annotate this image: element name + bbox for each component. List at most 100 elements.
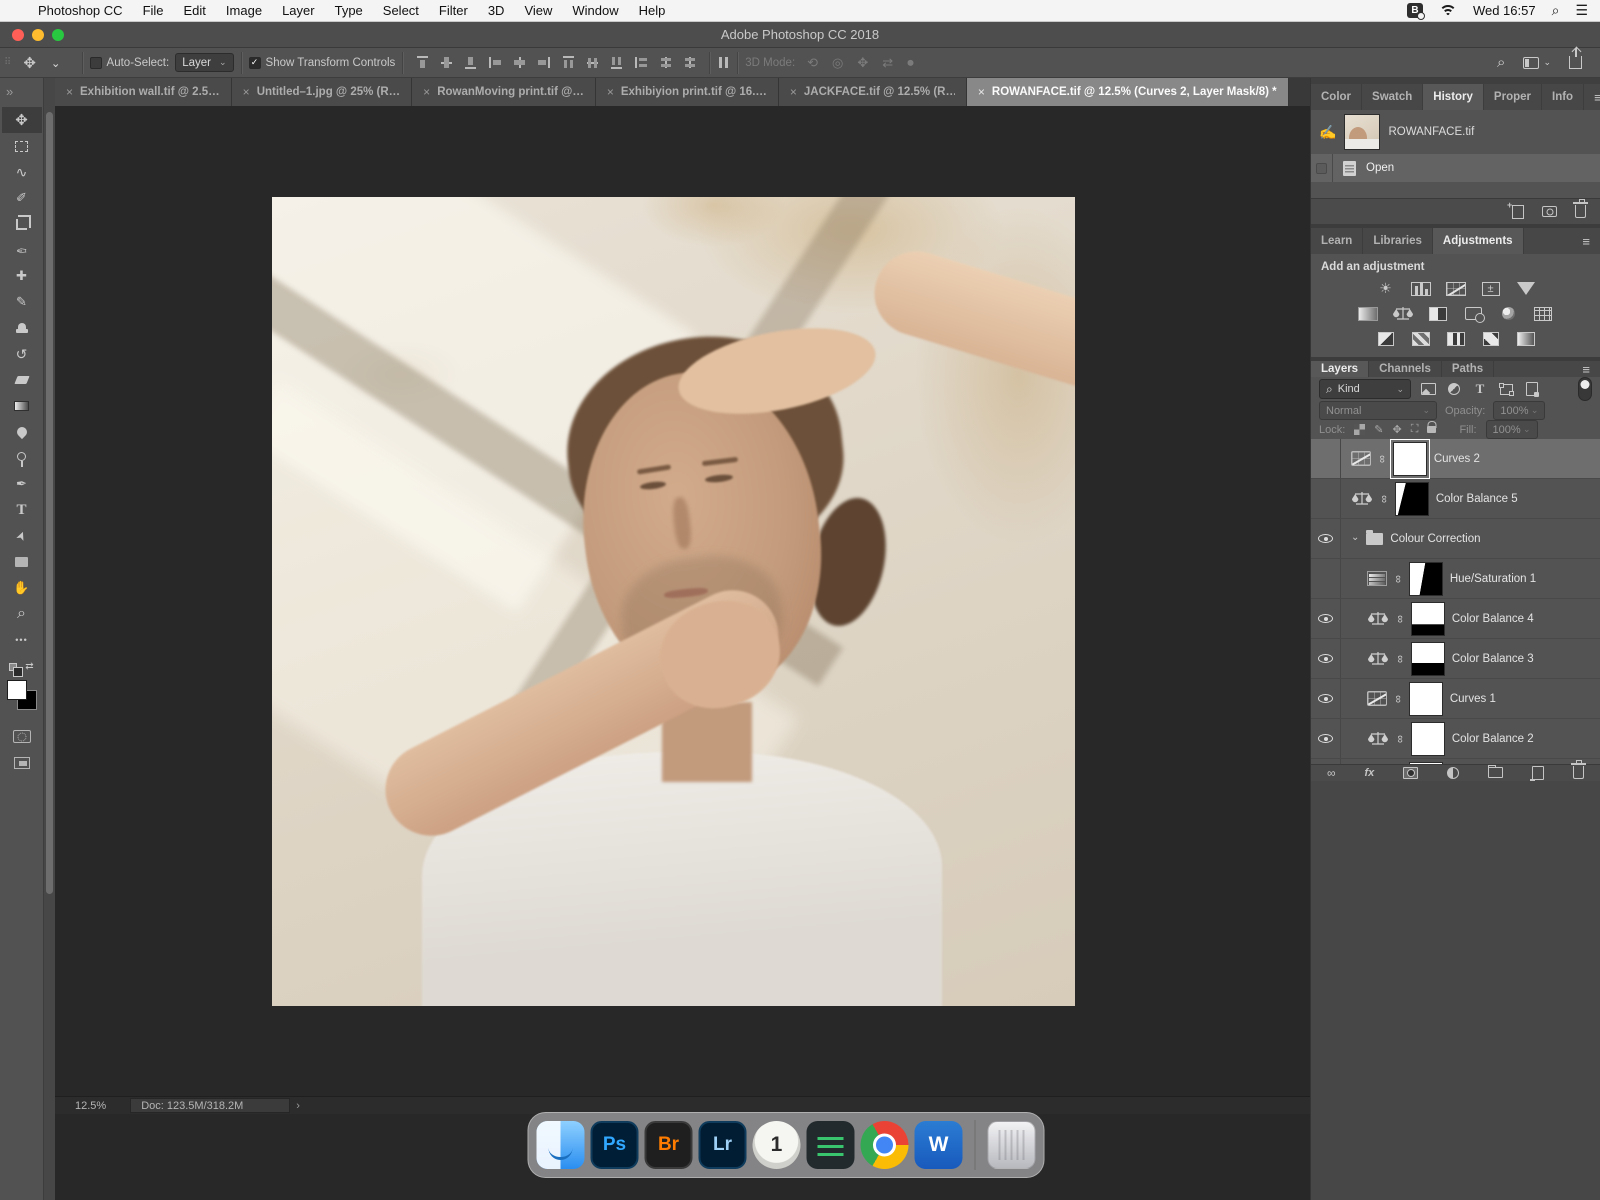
- panel-menu-icon[interactable]: ≡: [1572, 228, 1600, 254]
- delete-state-icon[interactable]: [1575, 205, 1586, 218]
- menu-view[interactable]: View: [514, 3, 562, 18]
- panel-menu-icon[interactable]: ≡: [1572, 361, 1600, 377]
- filter-adjustment-layers-icon[interactable]: [1445, 383, 1463, 395]
- history-brush-target-checkbox[interactable]: [1311, 154, 1333, 182]
- tool-move[interactable]: [2, 107, 42, 133]
- distribute-spacing-button[interactable]: [717, 56, 730, 69]
- panel-tab-proper[interactable]: Proper: [1484, 84, 1542, 110]
- adjustment-brightness-contrast[interactable]: [1374, 280, 1398, 297]
- layer-visibility-toggle[interactable]: [1311, 679, 1341, 718]
- adjustment-color-balance[interactable]: [1391, 305, 1415, 322]
- adjustment-black-white[interactable]: [1426, 305, 1450, 322]
- layer-row[interactable]: ⌄ ∞ Color Balance 4: [1311, 599, 1600, 639]
- menu-image[interactable]: Image: [216, 3, 272, 18]
- 3d-slide-icon[interactable]: ⇄: [882, 55, 893, 71]
- tool-edit-toolbar[interactable]: [2, 627, 42, 653]
- layer-mask-link-icon[interactable]: ∞: [1392, 695, 1404, 703]
- dock-icon-chrome[interactable]: [861, 1121, 909, 1169]
- default-colors-icon[interactable]: [9, 663, 17, 671]
- adjustment-exposure[interactable]: [1479, 280, 1503, 297]
- lock-all-icon[interactable]: [1427, 426, 1436, 433]
- dock-icon-word[interactable]: W: [915, 1121, 963, 1169]
- new-snapshot-icon[interactable]: [1542, 206, 1557, 217]
- layer-mask-thumbnail[interactable]: [1393, 442, 1427, 476]
- history-state-row[interactable]: Open: [1311, 154, 1600, 182]
- menu-type[interactable]: Type: [325, 3, 373, 18]
- distribute-horizontal-centers-button[interactable]: [659, 56, 672, 69]
- layer-style-icon[interactable]: fx: [1365, 767, 1375, 779]
- new-group-icon[interactable]: [1488, 767, 1503, 778]
- layer-visibility-toggle[interactable]: [1311, 519, 1341, 558]
- dock-icon-utility[interactable]: [807, 1121, 855, 1169]
- document-tab-jackface-tif-12-5-r[interactable]: × JACKFACE.tif @ 12.5% (R…: [779, 78, 967, 106]
- layer-mask-thumbnail[interactable]: [1411, 642, 1445, 676]
- document-tab-untitled-1-jpg-25-r[interactable]: × Untitled–1.jpg @ 25% (R…: [232, 78, 413, 106]
- lock-image-icon[interactable]: ✎: [1374, 423, 1383, 436]
- panel-tab-libraries[interactable]: Libraries: [1363, 228, 1433, 254]
- adjustment-levels[interactable]: [1409, 280, 1433, 297]
- canvas[interactable]: [55, 106, 1310, 1096]
- tool-type[interactable]: [2, 497, 42, 523]
- menu-window[interactable]: Window: [562, 3, 628, 18]
- distribute-right-edges-button[interactable]: [683, 56, 696, 69]
- show-transform-checkbox[interactable]: ✓: [249, 57, 261, 69]
- blend-mode-dropdown[interactable]: Normal ⌄: [1319, 401, 1437, 420]
- layer-visibility-toggle[interactable]: [1311, 439, 1341, 478]
- menu-file[interactable]: File: [133, 3, 174, 18]
- panel-tab-layers[interactable]: Layers: [1311, 361, 1369, 377]
- layer-row[interactable]: ⌄ ∞ Color Balance 3: [1311, 639, 1600, 679]
- menu-3d[interactable]: 3D: [478, 3, 515, 18]
- status-chevron-icon[interactable]: ›: [296, 1100, 300, 1112]
- adjustment-gradient-map[interactable]: [1479, 330, 1503, 347]
- new-adjustment-layer-icon[interactable]: [1447, 767, 1459, 779]
- lock-position-icon[interactable]: ✥: [1393, 423, 1402, 436]
- layer-mask-thumbnail[interactable]: [1411, 722, 1445, 756]
- adjustment-posterize[interactable]: [1409, 330, 1433, 347]
- search-icon[interactable]: ⌕: [1497, 54, 1505, 71]
- distribute-top-edges-button[interactable]: [562, 56, 575, 69]
- 3d-camera-icon[interactable]: ⏺: [907, 55, 914, 71]
- group-chevron-icon[interactable]: ⌄: [1351, 532, 1359, 543]
- filter-shape-layers-icon[interactable]: [1497, 384, 1515, 395]
- tool-path-selection[interactable]: [2, 523, 42, 549]
- panel-tab-adjustments[interactable]: Adjustments: [1433, 228, 1524, 254]
- document-image[interactable]: [272, 197, 1075, 1006]
- adjustment-photo-filter[interactable]: [1461, 305, 1485, 322]
- tool-pen[interactable]: [2, 471, 42, 497]
- layer-mask-thumbnail[interactable]: [1411, 602, 1445, 636]
- panel-tab-color[interactable]: Color: [1311, 84, 1362, 110]
- align-top-edges-button[interactable]: [416, 56, 429, 69]
- layer-mask-link-icon[interactable]: ∞: [1394, 615, 1406, 623]
- close-tab-icon[interactable]: ×: [607, 85, 614, 99]
- tool-crop[interactable]: [2, 211, 42, 237]
- current-tool-button[interactable]: ⌄: [15, 53, 74, 72]
- document-tab-rowanmoving-print-tif[interactable]: × RowanMoving print.tif @…: [412, 78, 596, 106]
- layer-mask-link-icon[interactable]: ∞: [1394, 735, 1406, 743]
- tool-eyedropper[interactable]: [2, 237, 42, 263]
- menu-photoshop-cc[interactable]: Photoshop CC: [28, 3, 133, 18]
- panel-tab-info[interactable]: Info: [1542, 84, 1584, 110]
- quick-mask-button[interactable]: [13, 730, 31, 743]
- document-size-info[interactable]: Doc: 123.5M/318.2M: [130, 1098, 290, 1113]
- align-vertical-centers-button[interactable]: [440, 56, 453, 69]
- distribute-bottom-edges-button[interactable]: [610, 56, 623, 69]
- tool-gradient[interactable]: [2, 393, 42, 419]
- layer-row[interactable]: ⌄ ∞ Curves 1: [1311, 679, 1600, 719]
- 3d-pan-icon[interactable]: ✥: [857, 55, 868, 71]
- tool-history-brush[interactable]: [2, 341, 42, 367]
- tool-clone-stamp[interactable]: [2, 315, 42, 341]
- filter-smart-objects-icon[interactable]: [1523, 382, 1541, 396]
- document-tab-exhibition-wall-tif-2-5[interactable]: × Exhibition wall.tif @ 2.5…: [55, 78, 232, 106]
- close-tab-icon[interactable]: ×: [66, 85, 73, 99]
- menu-layer[interactable]: Layer: [272, 3, 325, 18]
- layer-mask-link-icon[interactable]: ∞: [1378, 495, 1390, 503]
- collapse-panel-chevrons[interactable]: »: [0, 78, 43, 107]
- options-bar-grip[interactable]: ⠿: [4, 59, 9, 66]
- fill-dropdown[interactable]: 100% ⌄: [1486, 420, 1538, 439]
- swap-colors-icon[interactable]: ⇄: [25, 661, 33, 672]
- layer-visibility-toggle[interactable]: [1311, 759, 1341, 764]
- sync-app-icon[interactable]: B: [1407, 3, 1423, 18]
- distribute-left-edges-button[interactable]: [635, 56, 648, 69]
- canvas-scrollbar[interactable]: [46, 112, 53, 894]
- dock-icon-capture-one[interactable]: 1: [753, 1121, 801, 1169]
